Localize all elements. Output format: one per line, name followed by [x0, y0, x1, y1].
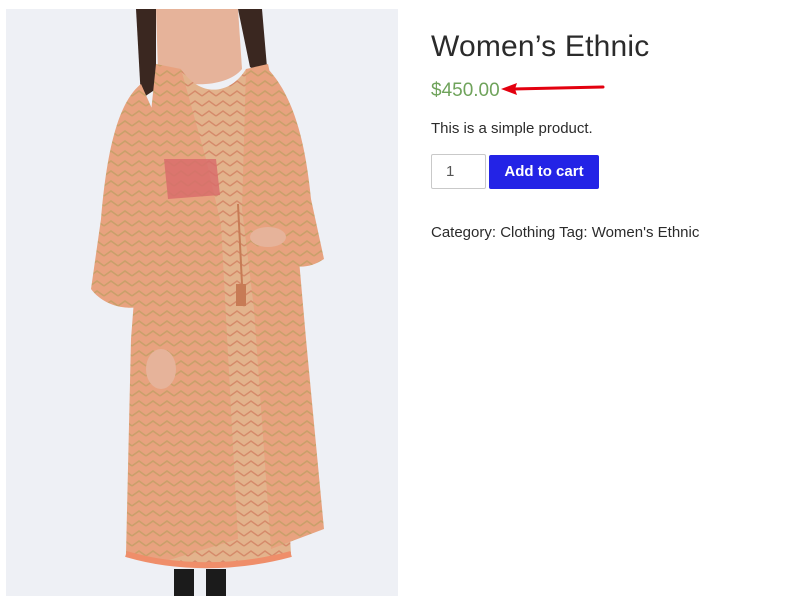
category-link[interactable]: Clothing [500, 224, 555, 241]
product-price: $450.00 [431, 80, 500, 101]
product-page: Women’s Ethnic $450.00 This is a simple … [0, 0, 801, 609]
tag-label: Tag: [559, 224, 588, 241]
product-image[interactable] [6, 9, 398, 596]
tag-link[interactable]: Women's Ethnic [592, 224, 700, 241]
category-label: Category: [431, 224, 497, 241]
cart-form: Add to cart [431, 154, 791, 189]
price-row: $450.00 [431, 78, 791, 104]
product-summary: Women’s Ethnic $450.00 This is a simple … [431, 28, 791, 243]
add-to-cart-button[interactable]: Add to cart [489, 154, 599, 189]
short-description: This is a simple product. [431, 120, 593, 137]
left-arrow-icon [501, 83, 605, 95]
product-title: Women’s Ethnic [431, 30, 650, 63]
product-meta: Category: Clothing Tag: Women's Ethnic [431, 223, 791, 243]
quantity-input[interactable] [431, 154, 486, 189]
product-photo [6, 9, 398, 596]
